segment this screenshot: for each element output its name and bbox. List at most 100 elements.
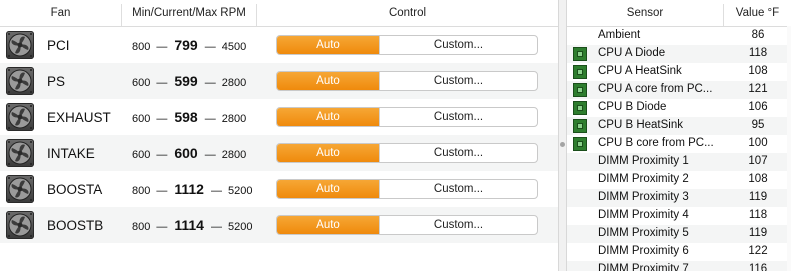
fan-table: Fan Min/Current/Max RPM Control PCI 800 — 7… [0, 0, 559, 271]
fan-current-rpm: 1114 [174, 217, 204, 233]
fan-max-rpm: 2800 [221, 113, 247, 125]
chip-icon [573, 101, 587, 115]
sensor-value: 108 [748, 173, 768, 185]
fan-rpm-readout: 600 — 598 — 2800 [132, 109, 258, 125]
sensor-name: DIMM Proximity 4 [598, 209, 689, 221]
sensor-name: DIMM Proximity 1 [598, 155, 689, 167]
custom-button[interactable]: Custom... [379, 180, 537, 198]
sensor-value: 107 [748, 155, 768, 167]
chip-icon [573, 47, 587, 61]
auto-button[interactable]: Auto [277, 72, 379, 90]
sensor-row[interactable]: CPU B Diode 106 [567, 99, 791, 117]
fan-row[interactable]: INTAKE 600 — 600 — 2800 Auto Custom... [0, 135, 558, 171]
sensor-table-header: Sensor Value °F [567, 0, 791, 27]
sensor-row[interactable]: CPU A Diode 118 [567, 45, 791, 63]
sensor-row[interactable]: DIMM Proximity 3 119 [567, 189, 791, 207]
fan-control-segmented: Auto Custom... [276, 107, 538, 127]
rpm-separator: — [156, 77, 168, 89]
chip-icon [573, 137, 587, 151]
rpm-separator: — [210, 185, 222, 197]
sensor-value: 95 [751, 119, 765, 131]
fan-current-rpm: 599 [174, 73, 198, 89]
auto-button[interactable]: Auto [277, 108, 379, 126]
sensor-name: DIMM Proximity 3 [598, 191, 689, 203]
sensor-value: 106 [748, 101, 768, 113]
fan-row[interactable]: EXHAUST 600 — 598 — 2800 Auto Custom... [0, 99, 558, 135]
custom-button[interactable]: Custom... [379, 36, 537, 54]
fan-current-rpm: 799 [174, 37, 198, 53]
sensor-value: 86 [751, 29, 765, 41]
fan-column-header[interactable]: Fan [0, 4, 122, 26]
fan-row[interactable]: PS 600 — 599 — 2800 Auto Custom... [0, 63, 558, 99]
sensor-row[interactable]: CPU A core from PC... 121 [567, 81, 791, 99]
custom-button[interactable]: Custom... [379, 216, 537, 234]
fan-max-rpm: 5200 [227, 221, 253, 233]
value-column-header[interactable]: Value °F [724, 4, 791, 26]
custom-button[interactable]: Custom... [379, 108, 537, 126]
fan-name: EXHAUST [47, 109, 111, 125]
custom-button[interactable]: Custom... [379, 72, 537, 90]
sensor-value: 121 [748, 83, 768, 95]
rpm-separator: — [156, 113, 168, 125]
fan-name: INTAKE [47, 145, 95, 161]
sensor-value: 108 [748, 65, 768, 77]
rpm-separator: — [204, 149, 216, 161]
fan-name: PCI [47, 37, 70, 53]
auto-button[interactable]: Auto [277, 144, 379, 162]
rpm-separator: — [204, 77, 216, 89]
chip-icon [573, 65, 587, 79]
sensor-row[interactable]: CPU B HeatSink 95 [567, 117, 791, 135]
sensor-row[interactable]: DIMM Proximity 6 122 [567, 243, 791, 261]
fan-min-rpm: 600 [132, 113, 151, 125]
sensor-row[interactable]: DIMM Proximity 7 116 [567, 261, 791, 271]
sensor-row[interactable]: DIMM Proximity 2 108 [567, 171, 791, 189]
sensor-row[interactable]: Ambient 86 [567, 27, 791, 45]
sensor-name: CPU A core from PC... [598, 83, 713, 95]
fan-min-rpm: 800 [132, 41, 151, 53]
sensor-name: CPU A Diode [598, 47, 666, 59]
fan-max-rpm: 2800 [221, 77, 247, 89]
fan-current-rpm: 1112 [174, 181, 204, 197]
auto-button[interactable]: Auto [277, 36, 379, 54]
fan-min-rpm: 600 [132, 77, 151, 89]
fan-current-rpm: 600 [174, 145, 198, 161]
sensor-name: DIMM Proximity 7 [598, 263, 689, 271]
fan-rpm-readout: 800 — 1114 — 5200 [132, 217, 258, 233]
sensor-name: CPU B core from PC... [598, 137, 714, 149]
divider-grip-icon[interactable] [560, 142, 565, 147]
sensor-row[interactable]: CPU A HeatSink 108 [567, 63, 791, 81]
fan-icon [6, 67, 34, 95]
sensor-column-header[interactable]: Sensor [567, 4, 724, 26]
rpm-column-header[interactable]: Min/Current/Max RPM [122, 4, 257, 26]
fan-name: PS [47, 73, 66, 89]
auto-button[interactable]: Auto [277, 216, 379, 234]
rpm-separator: — [210, 221, 222, 233]
fan-min-rpm: 800 [132, 185, 151, 197]
sensor-scrollbar[interactable] [787, 26, 791, 271]
fan-row[interactable]: PCI 800 — 799 — 4500 Auto Custom... [0, 27, 558, 63]
fan-row[interactable]: BOOSTA 800 — 1112 — 5200 Auto Custom... [0, 171, 558, 207]
sensor-value: 118 [748, 209, 768, 221]
sensor-value: 118 [748, 47, 768, 59]
fan-min-rpm: 800 [132, 221, 151, 233]
fan-row[interactable]: BOOSTB 800 — 1114 — 5200 Auto Custom... [0, 207, 558, 243]
fan-table-header: Fan Min/Current/Max RPM Control [0, 0, 558, 27]
split-view-divider[interactable] [559, 0, 566, 271]
rpm-separator: — [156, 149, 168, 161]
sensor-row[interactable]: DIMM Proximity 5 119 [567, 225, 791, 243]
rpm-separator: — [156, 221, 168, 233]
sensor-name: DIMM Proximity 2 [598, 173, 689, 185]
fan-name: BOOSTB [47, 217, 104, 233]
chip-icon [573, 119, 587, 133]
fan-control-segmented: Auto Custom... [276, 215, 538, 235]
auto-button[interactable]: Auto [277, 180, 379, 198]
sensor-row[interactable]: DIMM Proximity 1 107 [567, 153, 791, 171]
custom-button[interactable]: Custom... [379, 144, 537, 162]
sensor-row[interactable]: DIMM Proximity 4 118 [567, 207, 791, 225]
rpm-separator: — [156, 41, 168, 53]
sensor-row[interactable]: CPU B core from PC... 100 [567, 135, 791, 153]
fan-rpm-readout: 600 — 600 — 2800 [132, 145, 258, 161]
sensor-name: CPU B Diode [598, 101, 667, 113]
fan-icon [6, 211, 34, 239]
control-column-header[interactable]: Control [257, 4, 558, 26]
